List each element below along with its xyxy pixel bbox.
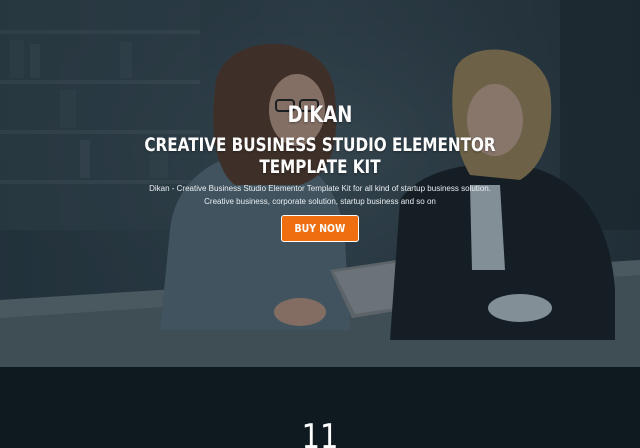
buy-now-label: BUY NOW [294,222,346,235]
hero-content: DIKAN CREATIVE BUSINESS STUDIO ELEMENTOR… [0,0,640,367]
brand-title: DIKAN [287,103,353,128]
landing-page: DIKAN CREATIVE BUSINESS STUDIO ELEMENTOR… [0,0,640,448]
buy-now-button[interactable]: BUY NOW [281,215,359,242]
hero-section: DIKAN CREATIVE BUSINESS STUDIO ELEMENTOR… [0,0,640,367]
counter-section: 11 [0,367,640,448]
counter-number: 11 [301,417,339,448]
hero-description: Dikan - Creative Business Studio Element… [149,184,491,206]
hero-headline: CREATIVE BUSINESS STUDIO ELEMENTOR TEMPL… [144,134,496,178]
